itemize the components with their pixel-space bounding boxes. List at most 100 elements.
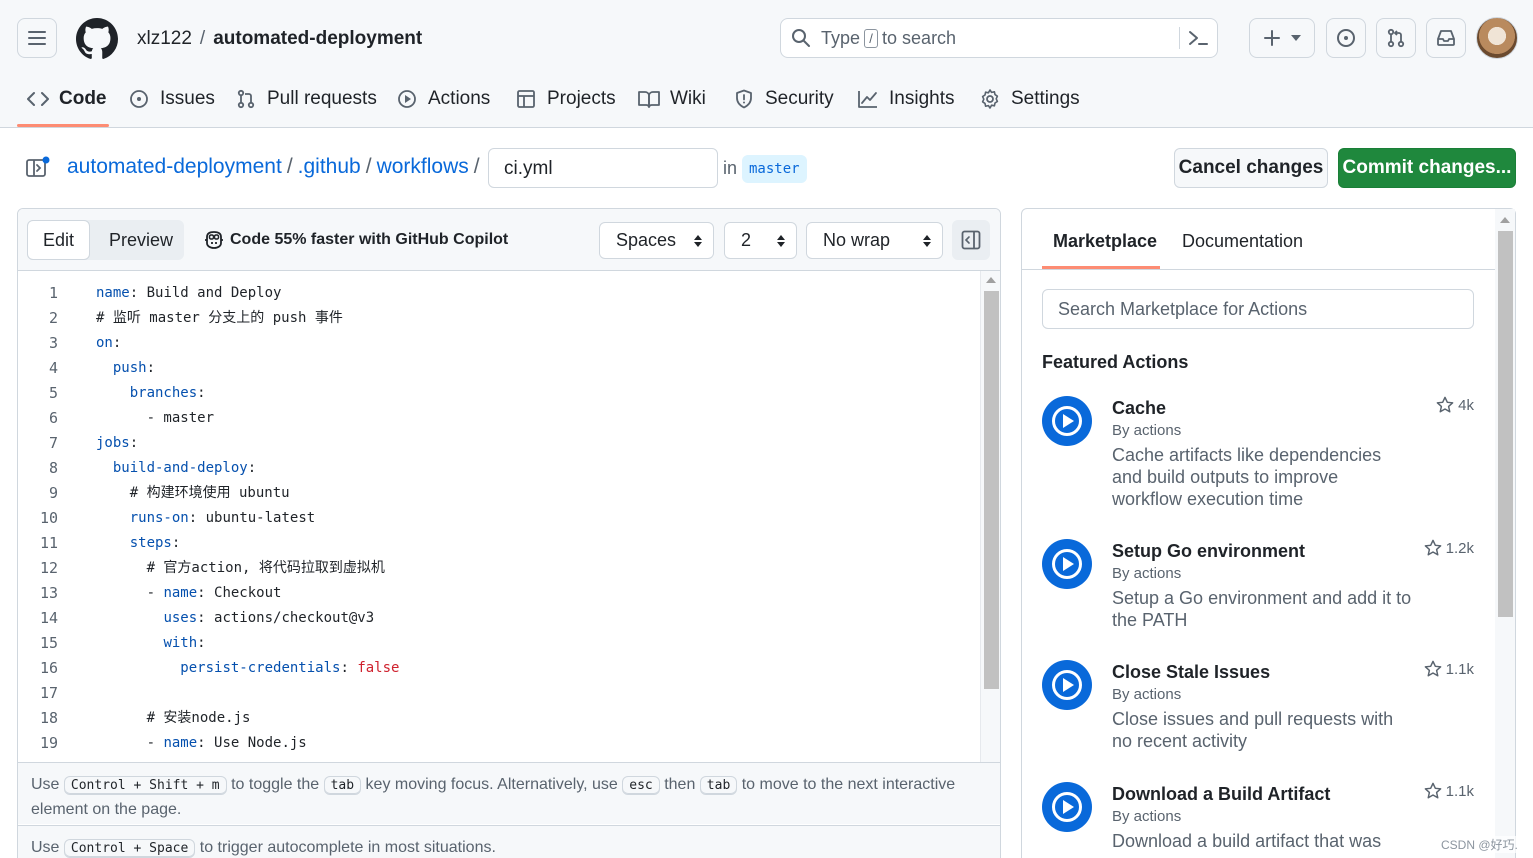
search-shortcut-key: / — [864, 28, 879, 48]
code-line[interactable]: 11 steps: — [18, 531, 978, 556]
autocomplete-hint: Use Control + Space to trigger autocompl… — [18, 825, 1000, 858]
edit-tab[interactable]: Edit — [27, 220, 90, 260]
select-arrows-icon — [776, 234, 786, 248]
code-line[interactable]: 2 # 监听 master 分支上的 push 事件 — [18, 306, 978, 331]
your-issues-button[interactable] — [1326, 18, 1366, 58]
yaml-value: # 构建环境使用 ubuntu — [129, 485, 290, 501]
code-line[interactable]: 15 with: — [18, 631, 978, 656]
code-line[interactable]: 7 jobs: — [18, 431, 978, 456]
user-avatar[interactable] — [1476, 17, 1518, 59]
tab-actions[interactable]: Actions — [396, 80, 490, 118]
hint-text: key moving focus. Alternatively, use — [365, 776, 618, 793]
yaml-value: Checkout — [205, 585, 282, 601]
code-line[interactable]: 12 # 官方action, 将代码拉取到虚拟机 — [18, 556, 978, 581]
owner-link[interactable]: xlz122 — [137, 28, 192, 49]
issue-icon — [128, 88, 150, 110]
tab-label: Code — [59, 88, 107, 109]
your-pull-requests-button[interactable] — [1376, 18, 1416, 58]
tab-marketplace[interactable]: Marketplace — [1042, 229, 1168, 269]
toggle-sidebar-button[interactable] — [952, 220, 990, 260]
scrollbar-thumb[interactable] — [1498, 231, 1513, 617]
tab-documentation[interactable]: Documentation — [1182, 229, 1303, 253]
yaml-key: build-and-deploy — [112, 460, 248, 476]
editor-scrollbar[interactable] — [980, 271, 1000, 762]
yaml-value: Use Node.js — [205, 735, 307, 751]
triangle-down-icon — [1291, 35, 1301, 41]
search-divider — [1179, 27, 1180, 49]
star-icon — [1436, 396, 1454, 414]
code-line[interactable]: 8 build-and-deploy: — [18, 456, 978, 481]
action-name[interactable]: Cache — [1112, 398, 1166, 419]
scrollbar-thumb[interactable] — [984, 291, 999, 689]
star-icon — [1424, 660, 1442, 678]
code-line[interactable]: 3 on: — [18, 331, 978, 356]
breadcrumb-separator: / — [199, 28, 206, 49]
global-search-input[interactable]: Type / to search — [780, 18, 1218, 58]
code-line[interactable]: 1 name: Build and Deploy — [18, 281, 978, 306]
code-line[interactable]: 19 - name: Use Node.js — [18, 731, 978, 756]
line-number: 9 — [48, 484, 58, 502]
action-name[interactable]: Close Stale Issues — [1112, 662, 1270, 683]
path-github-dir-link[interactable]: .github — [298, 155, 361, 179]
code-line[interactable]: 9 # 构建环境使用 ubuntu — [18, 481, 978, 506]
tab-insights[interactable]: Insights — [857, 80, 954, 118]
cancel-changes-button[interactable]: Cancel changes — [1174, 148, 1328, 188]
tab-code[interactable]: Code — [27, 80, 107, 118]
line-content: - name: Checkout — [96, 581, 282, 606]
repo-link[interactable]: automated-deployment — [213, 28, 422, 49]
marketplace-search-input[interactable]: Search Marketplace for Actions — [1042, 289, 1474, 329]
code-line[interactable]: 4 push: — [18, 356, 978, 381]
path-repo-link[interactable]: automated-deployment — [67, 155, 282, 179]
indent-mode-value: Spaces — [616, 230, 677, 250]
tab-projects[interactable]: Projects — [515, 80, 616, 118]
code-line[interactable]: 14 uses: actions/checkout@v3 — [18, 606, 978, 631]
tab-issues[interactable]: Issues — [128, 80, 215, 118]
github-logo-icon[interactable] — [76, 18, 118, 60]
tab-settings[interactable]: Settings — [979, 80, 1080, 118]
code-editor[interactable]: 1 name: Build and Deploy 2 # 监听 master 分支上的… — [18, 271, 980, 762]
line-content: with: — [96, 631, 205, 656]
line-content: persist-credentials: false — [96, 656, 399, 681]
tab-security[interactable]: Security — [733, 80, 834, 118]
indent-size-select[interactable]: 2 — [724, 222, 797, 259]
code-line[interactable]: 5 branches: — [18, 381, 978, 406]
hint-text: to toggle the — [231, 776, 320, 793]
path-workflows-dir-link[interactable]: workflows — [377, 155, 469, 179]
code-line[interactable]: 10 runs-on: ubuntu-latest — [18, 506, 978, 531]
code-line[interactable]: 13 - name: Checkout — [18, 581, 978, 606]
command-palette-icon[interactable] — [1187, 28, 1209, 48]
copilot-promo-link[interactable]: Code 55% faster with GitHub Copilot — [204, 231, 508, 249]
preview-tab[interactable]: Preview — [97, 220, 185, 260]
notifications-inbox-button[interactable] — [1426, 18, 1466, 58]
sidebar-expand-icon — [961, 230, 981, 250]
hamburger-menu-button[interactable] — [17, 18, 57, 58]
yaml-value: - master — [146, 410, 215, 426]
wrap-mode-select[interactable]: No wrap — [806, 222, 943, 259]
file-tree-toggle-icon[interactable] — [25, 156, 51, 180]
code-line[interactable]: 18 # 安装node.js — [18, 706, 978, 731]
code-line[interactable]: 16 persist-credentials: false — [18, 656, 978, 681]
code-line[interactable]: 17 — [18, 681, 978, 706]
line-number: 18 — [39, 709, 58, 727]
scroll-up-arrow[interactable] — [986, 277, 996, 283]
tab-wiki[interactable]: Wiki — [638, 80, 706, 118]
line-content: branches: — [96, 381, 206, 406]
tabs-divider — [1022, 269, 1495, 270]
marketplace-scrollbar[interactable] — [1495, 209, 1515, 858]
filename-input[interactable]: ci.yml — [488, 148, 718, 188]
line-content: build-and-deploy: — [96, 456, 256, 481]
indent-mode-select[interactable]: Spaces — [599, 222, 714, 259]
scroll-up-arrow[interactable] — [1500, 217, 1510, 223]
code-line[interactable]: 6 - master — [18, 406, 978, 431]
action-name[interactable]: Setup Go environment — [1112, 541, 1305, 562]
create-new-button[interactable] — [1249, 18, 1315, 58]
tab-pull-requests[interactable]: Pull requests — [235, 80, 377, 118]
action-name[interactable]: Download a Build Artifact — [1112, 784, 1330, 805]
commit-changes-button[interactable]: Commit changes... — [1338, 148, 1516, 188]
